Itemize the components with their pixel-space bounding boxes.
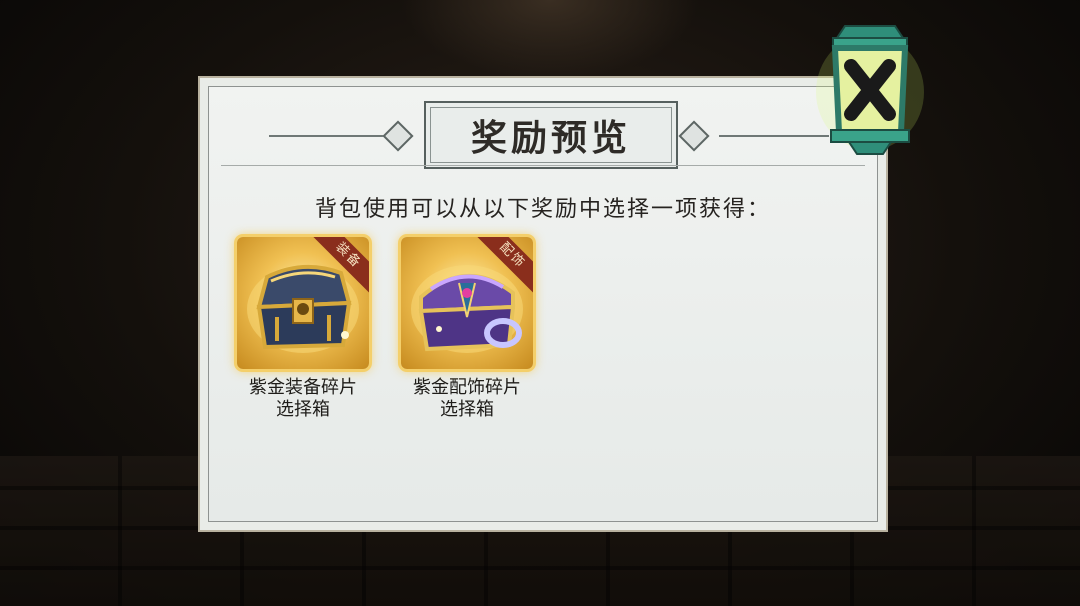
item-name: 紫金装备碎片 选择箱 xyxy=(233,377,373,421)
purple-accessory-chest-icon[interactable]: 配饰 xyxy=(401,237,533,369)
header-divider-right xyxy=(719,135,829,137)
golden-equipment-chest-icon[interactable]: 装备 xyxy=(237,237,369,369)
item-name-line-1: 紫金配饰碎片 xyxy=(413,377,521,398)
header-divider-left xyxy=(269,135,389,137)
reward-preview-dialog: 奖励预览 背包使用可以从以下奖励中选择一项获得： 装备 紫金装备碎片 选择箱 配… xyxy=(198,76,888,532)
instruction-text: 背包使用可以从以下奖励中选择一项获得： xyxy=(314,197,771,222)
lantern-close-icon[interactable] xyxy=(815,20,925,160)
header-diamond-left xyxy=(382,120,414,152)
header-rule xyxy=(221,165,865,166)
close-button[interactable] xyxy=(815,20,925,160)
reward-item[interactable]: 配饰 紫金配饰碎片 选择箱 xyxy=(397,237,537,421)
background-ornament xyxy=(400,0,700,80)
item-name-line-2: 选择箱 xyxy=(276,399,330,420)
header-diamond-right xyxy=(678,120,710,152)
dialog-inner-frame: 奖励预览 背包使用可以从以下奖励中选择一项获得： 装备 紫金装备碎片 选择箱 配… xyxy=(208,86,878,522)
item-name-line-1: 紫金装备碎片 xyxy=(249,377,357,398)
item-name-line-2: 选择箱 xyxy=(440,399,494,420)
reward-item[interactable]: 装备 紫金装备碎片 选择箱 xyxy=(233,237,373,421)
dialog-title: 奖励预览 xyxy=(470,117,631,159)
dialog-title-plate: 奖励预览 xyxy=(424,101,678,169)
item-name: 紫金配饰碎片 选择箱 xyxy=(397,377,537,421)
